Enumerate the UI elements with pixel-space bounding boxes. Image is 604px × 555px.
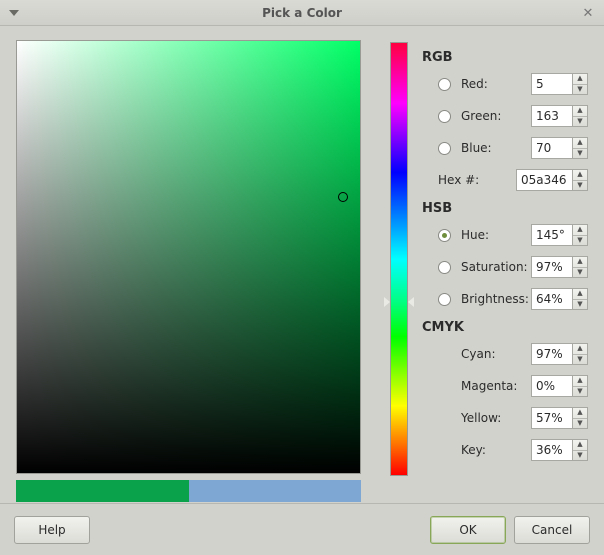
spin-key: ▲▼ [531,439,588,461]
swatch-previous[interactable] [189,480,362,502]
label-cyan: Cyan: [461,347,531,361]
help-button[interactable]: Help [14,516,90,544]
value-panel: RGB Red: ▲▼ Green: ▲▼ Blue: ▲▼ [422,40,588,502]
spin-down-icon[interactable]: ▼ [573,300,587,310]
color-swatches [16,480,361,502]
window-title: Pick a Color [0,6,604,20]
spin-up-icon[interactable]: ▲ [573,225,587,236]
spin-down-icon[interactable]: ▼ [573,236,587,246]
hue-indicator-right-icon [408,297,414,307]
spin-hue: ▲▼ [531,224,588,246]
spin-down-icon[interactable]: ▼ [573,387,587,397]
spin-down-icon[interactable]: ▼ [573,181,587,191]
label-blue: Blue: [461,141,531,155]
spin-yellow: ▲▼ [531,407,588,429]
radio-blue[interactable] [438,142,451,155]
hue-slider[interactable] [390,42,408,476]
input-red[interactable] [531,73,573,95]
label-hue: Hue: [461,228,531,242]
spin-up-icon[interactable]: ▲ [573,408,587,419]
spin-down-icon[interactable]: ▼ [573,451,587,461]
input-hex[interactable] [516,169,573,191]
input-yellow[interactable] [531,407,573,429]
label-green: Green: [461,109,531,123]
spin-up-icon[interactable]: ▲ [573,344,587,355]
input-magenta[interactable] [531,375,573,397]
spin-up-icon[interactable]: ▲ [573,106,587,117]
swatch-current[interactable] [16,480,189,502]
spin-down-icon[interactable]: ▼ [573,85,587,95]
titlebar: Pick a Color ✕ [0,0,604,26]
spin-up-icon[interactable]: ▲ [573,257,587,268]
cmyk-heading: CMYK [422,320,588,335]
spin-up-icon[interactable]: ▲ [573,376,587,387]
spin-down-icon[interactable]: ▼ [573,117,587,127]
rgb-heading: RGB [422,50,588,65]
label-saturation: Saturation: [461,260,531,274]
spin-down-icon[interactable]: ▼ [573,149,587,159]
spin-up-icon[interactable]: ▲ [573,74,587,85]
radio-green[interactable] [438,110,451,123]
hue-indicator-left-icon [384,297,390,307]
spin-down-icon[interactable]: ▼ [573,268,587,278]
spin-down-icon[interactable]: ▼ [573,419,587,429]
spin-magenta: ▲▼ [531,375,588,397]
spin-blue: ▲▼ [531,137,588,159]
input-green[interactable] [531,105,573,127]
spin-hex: ▲▼ [516,169,588,191]
dialog-button-bar: Help OK Cancel [0,503,604,555]
label-red: Red: [461,77,531,91]
label-hex: Hex #: [438,173,516,187]
input-cyan[interactable] [531,343,573,365]
spin-red: ▲▼ [531,73,588,95]
spin-cyan: ▲▼ [531,343,588,365]
spin-green: ▲▼ [531,105,588,127]
label-magenta: Magenta: [461,379,531,393]
window-menu-icon[interactable] [4,3,24,23]
spin-brightness: ▲▼ [531,288,588,310]
input-key[interactable] [531,439,573,461]
cancel-button[interactable]: Cancel [514,516,590,544]
spin-down-icon[interactable]: ▼ [573,355,587,365]
label-key: Key: [461,443,531,457]
input-blue[interactable] [531,137,573,159]
spin-up-icon[interactable]: ▲ [573,289,587,300]
radio-saturation[interactable] [438,261,451,274]
input-brightness[interactable] [531,288,573,310]
hsb-heading: HSB [422,201,588,216]
spin-up-icon[interactable]: ▲ [573,170,587,181]
spin-up-icon[interactable]: ▲ [573,440,587,451]
sv-cursor[interactable] [338,192,348,202]
ok-button[interactable]: OK [430,516,506,544]
radio-red[interactable] [438,78,451,91]
spin-up-icon[interactable]: ▲ [573,138,587,149]
radio-hue[interactable] [438,229,451,242]
label-yellow: Yellow: [461,411,531,425]
radio-brightness[interactable] [438,293,451,306]
close-icon[interactable]: ✕ [578,3,598,23]
input-saturation[interactable] [531,256,573,278]
spin-saturation: ▲▼ [531,256,588,278]
input-hue[interactable] [531,224,573,246]
saturation-brightness-field[interactable] [16,40,361,474]
label-brightness: Brightness: [461,292,531,306]
